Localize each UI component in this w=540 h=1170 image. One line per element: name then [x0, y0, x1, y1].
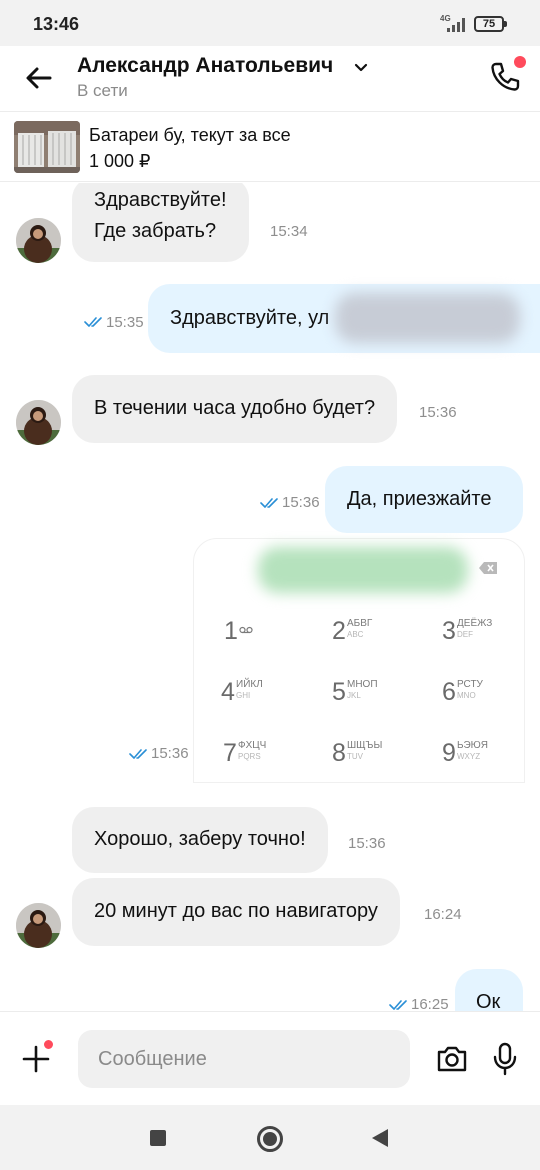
dial-key-4[interactable]: 4 ИЙКЛ GHI — [221, 678, 263, 707]
message-time: 15:36 — [151, 745, 189, 762]
double-check-icon — [260, 498, 278, 508]
double-check-icon — [389, 1000, 407, 1010]
signal-icon — [447, 16, 467, 32]
image-message[interactable]: 1 2 АБВГ ABC 3 ДЕЁЖЗ DEF 4 ИЙКЛ GHI 5 МН… — [193, 538, 525, 783]
notification-dot — [514, 56, 526, 68]
camera-icon — [437, 1046, 467, 1072]
listing-price: 1 000 ₽ — [89, 151, 151, 171]
dial-key-3[interactable]: 3 ДЕЁЖЗ DEF — [442, 617, 492, 646]
camera-button[interactable] — [435, 1043, 469, 1075]
message-composer — [0, 1011, 540, 1105]
incoming-message[interactable]: Хорошо, заберу точно! — [72, 807, 328, 873]
message-time: 15:35 — [106, 314, 144, 331]
listing-thumbnail — [14, 121, 80, 173]
message-text: Здравствуйте, ул — [170, 307, 330, 329]
message-text: Да, приезжайте — [347, 488, 492, 510]
message-time: 15:36 — [282, 494, 320, 511]
dial-key-9[interactable]: 9 ЬЭЮЯ WXYZ — [442, 739, 488, 768]
notification-dot — [42, 1038, 55, 1051]
message-line: Здравствуйте! — [94, 189, 227, 211]
message-text: В течении часа удобно будет? — [94, 397, 376, 419]
avatar — [16, 400, 61, 445]
arrow-left-icon — [26, 67, 52, 89]
dial-key-6[interactable]: 6 РСТУ MNO — [442, 678, 483, 707]
double-check-icon — [84, 317, 102, 327]
message-time: 15:36 — [348, 835, 386, 852]
listing-title: Батареи бу, текут за все — [89, 125, 291, 145]
recents-button[interactable] — [150, 1130, 166, 1146]
message-line: Где забрать? — [94, 220, 217, 242]
incoming-message[interactable]: 20 минут до вас по навигатору — [72, 878, 400, 946]
status-time: 13:46 — [33, 14, 80, 34]
home-button[interactable] — [257, 1126, 283, 1152]
message-time: 15:36 — [419, 404, 457, 421]
system-back-button[interactable] — [372, 1129, 388, 1147]
message-list[interactable]: Здравствуйте! Где забрать? 15:34 15:35 З… — [0, 183, 540, 1011]
message-time: 15:34 — [270, 223, 308, 240]
dial-key-1[interactable]: 1 — [224, 617, 253, 646]
message-text: Ок — [476, 991, 501, 1011]
online-status: В сети — [77, 81, 128, 100]
voice-message-button[interactable] — [492, 1041, 518, 1077]
message-time: 16:24 — [424, 906, 462, 923]
battery-icon: 75 — [474, 16, 507, 32]
redacted-address — [335, 293, 520, 343]
message-input[interactable] — [78, 1030, 410, 1088]
dial-key-5[interactable]: 5 МНОП JKL — [332, 678, 378, 707]
listing-card[interactable]: Батареи бу, текут за все 1 000 ₽ — [0, 112, 540, 182]
system-navigation-bar — [0, 1105, 540, 1170]
avatar — [16, 903, 61, 948]
contact-name[interactable]: Александр Анатольевич — [77, 54, 333, 78]
incoming-message[interactable]: Здравствуйте! Где забрать? — [72, 183, 249, 262]
backspace-icon — [479, 562, 497, 574]
chat-header: Александр Анатольевич В сети — [0, 46, 540, 112]
chevron-down-icon[interactable] — [353, 61, 369, 75]
message-text: Хорошо, заберу точно! — [94, 828, 306, 850]
message-text: 20 минут до вас по навигатору — [94, 900, 378, 922]
status-bar: 13:46 4G 75 — [0, 0, 540, 46]
battery-level: 75 — [482, 18, 496, 30]
outgoing-message[interactable]: Ок — [455, 969, 523, 1011]
dial-key-8[interactable]: 8 ШЩЪЫ TUV — [332, 739, 382, 768]
double-check-icon — [129, 749, 147, 759]
voicemail-icon — [239, 626, 253, 634]
redacted-phone-number — [258, 547, 468, 593]
back-button[interactable] — [20, 60, 56, 96]
outgoing-message[interactable]: Да, приезжайте — [325, 466, 523, 533]
incoming-message[interactable]: В течении часа удобно будет? — [72, 375, 398, 443]
dial-key-7[interactable]: 7 ФХЦЧ PQRS — [223, 739, 266, 768]
avatar — [16, 218, 61, 263]
dial-key-2[interactable]: 2 АБВГ ABC — [332, 617, 372, 646]
message-time: 16:25 — [411, 996, 449, 1011]
microphone-icon — [493, 1042, 517, 1076]
